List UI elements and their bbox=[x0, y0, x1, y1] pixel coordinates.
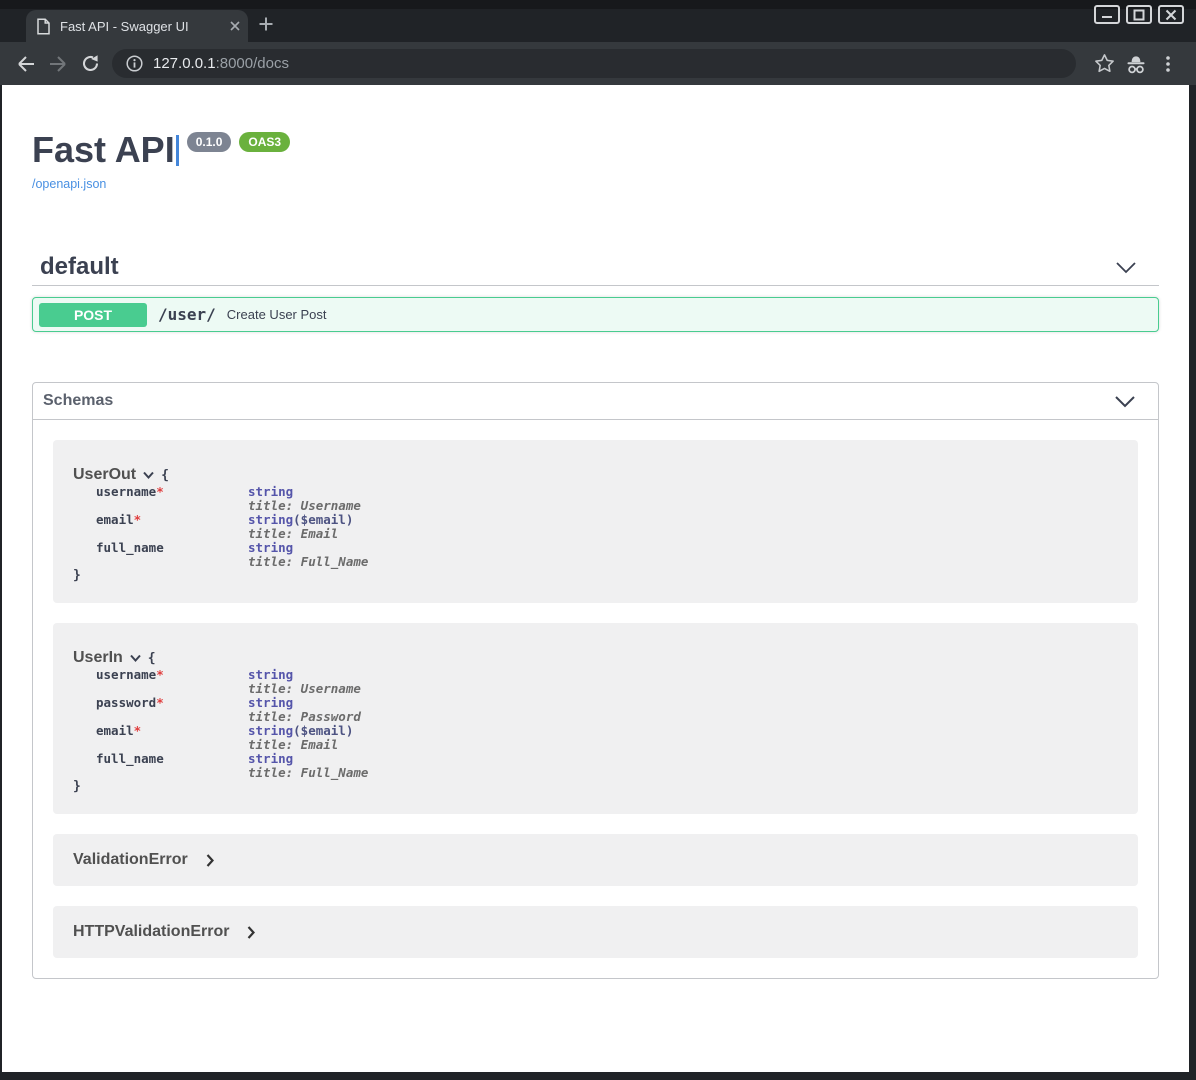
chevron-down-icon[interactable] bbox=[1114, 395, 1136, 408]
browser-toolbar: 127.0.0.1:8000/docs bbox=[0, 42, 1196, 85]
version-badge: 0.1.0 bbox=[187, 132, 232, 152]
tag-section-default: default POST /user/ Create User Post bbox=[32, 249, 1159, 332]
new-tab-button[interactable] bbox=[258, 16, 274, 32]
property-format: ($email) bbox=[293, 512, 353, 527]
opblock-post-user[interactable]: POST /user/ Create User Post bbox=[32, 297, 1159, 332]
chevron-down-icon[interactable] bbox=[1115, 261, 1137, 274]
property-type: string bbox=[248, 540, 293, 555]
property-info: string($email)title: Email bbox=[248, 724, 1118, 752]
chevron-right-icon[interactable] bbox=[206, 854, 214, 867]
incognito-icon bbox=[1120, 48, 1152, 80]
schema-model-ValidationError: ValidationError bbox=[53, 834, 1138, 886]
model-name[interactable]: HTTPValidationError bbox=[73, 923, 229, 941]
openapi-spec-link[interactable]: /openapi.json bbox=[32, 177, 106, 191]
property-name: username* bbox=[96, 485, 248, 513]
post-method-button[interactable]: POST bbox=[39, 303, 147, 327]
schemas-section: Schemas UserOut{username*stringtitle: Us… bbox=[32, 382, 1159, 979]
required-star: * bbox=[134, 723, 142, 738]
schema-model-HTTPValidationError: HTTPValidationError bbox=[53, 906, 1138, 958]
property-info: stringtitle: Full_Name bbox=[248, 541, 1118, 569]
close-brace: } bbox=[73, 569, 1118, 583]
window-frame bbox=[0, 0, 1196, 9]
open-brace: { bbox=[148, 651, 156, 666]
schemas-header[interactable]: Schemas bbox=[33, 383, 1158, 420]
model-name[interactable]: UserOut bbox=[73, 466, 136, 484]
required-star: * bbox=[134, 512, 142, 527]
property-info: stringtitle: Full_Name bbox=[248, 752, 1118, 780]
page-title: Fast API 0.1.0 OAS3 bbox=[32, 129, 1159, 171]
property-format: ($email) bbox=[293, 723, 353, 738]
property-name: full_name bbox=[96, 541, 248, 569]
reload-icon[interactable] bbox=[74, 48, 106, 80]
schema-model-UserIn: UserIn{username*stringtitle: Usernamepas… bbox=[53, 623, 1138, 814]
url-host: 127.0.0.1 bbox=[153, 55, 216, 72]
property-type: string bbox=[248, 484, 293, 499]
page-favicon-icon bbox=[36, 18, 51, 35]
model-name[interactable]: ValidationError bbox=[73, 851, 188, 869]
property-title: title: Full_Name bbox=[248, 555, 1118, 569]
schema-model-UserOut: UserOut{username*stringtitle: Usernameem… bbox=[53, 440, 1138, 603]
property-name: email* bbox=[96, 513, 248, 541]
model-title-row: UserIn { bbox=[73, 648, 1118, 668]
menu-kebab-icon[interactable] bbox=[1152, 48, 1184, 80]
tab-close-icon[interactable] bbox=[230, 21, 240, 31]
forward-icon[interactable] bbox=[42, 48, 74, 80]
site-info-icon[interactable] bbox=[126, 55, 143, 72]
property-info: stringtitle: Username bbox=[248, 668, 1118, 696]
property-title: title: Full_Name bbox=[248, 766, 1118, 780]
required-star: * bbox=[156, 667, 164, 682]
tag-title: default bbox=[40, 253, 1115, 281]
property-info: stringtitle: Username bbox=[248, 485, 1118, 513]
close-brace: } bbox=[73, 780, 1118, 794]
operation-path: /user/ bbox=[158, 305, 216, 324]
tab-title: Fast API - Swagger UI bbox=[60, 19, 230, 34]
property-title: title: Email bbox=[248, 527, 1118, 541]
close-window-button[interactable] bbox=[1158, 5, 1184, 24]
property-name: username* bbox=[96, 668, 248, 696]
property-title: title: Email bbox=[248, 738, 1118, 752]
model-properties: username*stringtitle: Usernameemail*stri… bbox=[96, 485, 1118, 569]
oas3-badge: OAS3 bbox=[239, 132, 290, 152]
chevron-right-icon[interactable] bbox=[247, 926, 255, 939]
property-title: title: Username bbox=[248, 499, 1118, 513]
schemas-title: Schemas bbox=[43, 392, 1114, 410]
required-star: * bbox=[156, 484, 164, 499]
property-name: password* bbox=[96, 696, 248, 724]
minimize-button[interactable] bbox=[1094, 5, 1120, 24]
url-path: :8000/docs bbox=[216, 55, 289, 72]
browser-chrome: Fast API - Swagger UI bbox=[0, 0, 1196, 85]
property-type: string bbox=[248, 751, 293, 766]
model-title-row: UserOut { bbox=[73, 465, 1118, 485]
property-title: title: Username bbox=[248, 682, 1118, 696]
required-star: * bbox=[156, 695, 164, 710]
property-title: title: Password bbox=[248, 710, 1118, 724]
url-text: 127.0.0.1:8000/docs bbox=[153, 55, 289, 72]
address-bar[interactable]: 127.0.0.1:8000/docs bbox=[112, 49, 1076, 78]
tag-header[interactable]: default bbox=[32, 249, 1159, 286]
chevron-down-icon[interactable] bbox=[130, 654, 141, 662]
back-icon[interactable] bbox=[10, 48, 42, 80]
model-properties: username*stringtitle: Usernamepassword*s… bbox=[96, 668, 1118, 780]
bookmark-star-icon[interactable] bbox=[1088, 48, 1120, 80]
property-type: string bbox=[248, 667, 293, 682]
api-info: Fast API 0.1.0 OAS3 /openapi.json bbox=[32, 85, 1159, 193]
chevron-down-icon[interactable] bbox=[143, 471, 154, 479]
maximize-button[interactable] bbox=[1126, 5, 1152, 24]
property-info: stringtitle: Password bbox=[248, 696, 1118, 724]
property-type: string bbox=[248, 723, 293, 738]
page-content: Fast API 0.1.0 OAS3 /openapi.json default … bbox=[2, 85, 1189, 1072]
property-name: email* bbox=[96, 724, 248, 752]
api-title-text: Fast API bbox=[32, 129, 175, 170]
property-name: full_name bbox=[96, 752, 248, 780]
property-info: string($email)title: Email bbox=[248, 513, 1118, 541]
window-controls bbox=[1094, 5, 1184, 24]
open-brace: { bbox=[161, 468, 169, 483]
models-container: UserOut{username*stringtitle: Usernameem… bbox=[33, 420, 1158, 978]
property-type: string bbox=[248, 695, 293, 710]
property-type: string bbox=[248, 512, 293, 527]
browser-tab[interactable]: Fast API - Swagger UI bbox=[26, 10, 248, 42]
model-name[interactable]: UserIn bbox=[73, 649, 123, 667]
operation-summary: Create User Post bbox=[227, 307, 327, 322]
text-caret bbox=[176, 135, 179, 166]
